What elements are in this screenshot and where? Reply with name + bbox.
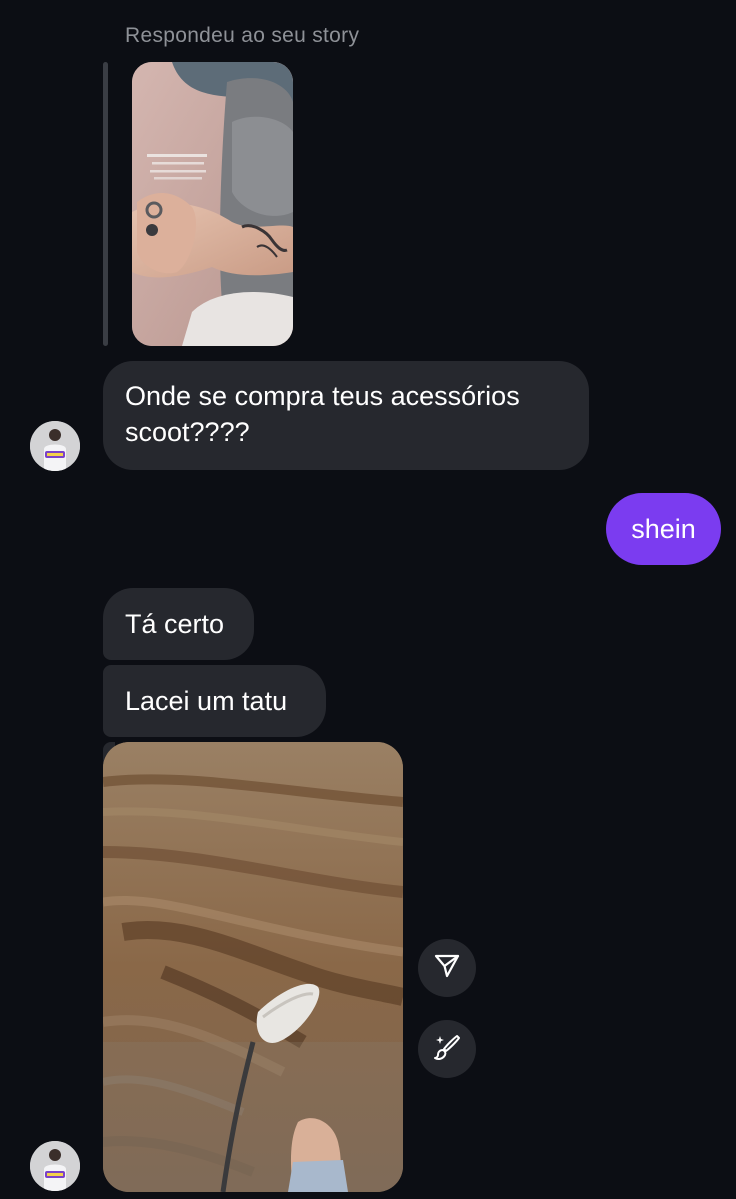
message-bubble-incoming[interactable]: Onde se compra teus acessórios scoot???? [103, 361, 589, 470]
photo-message[interactable] [103, 742, 403, 1192]
magic-brush-icon [433, 1033, 461, 1066]
edit-image-button[interactable] [418, 1020, 476, 1078]
send-icon [434, 953, 460, 984]
message-bubble-incoming[interactable]: Lacei um tatu [103, 665, 326, 737]
message-bubble-incoming[interactable]: Tá certo [103, 588, 254, 660]
story-reply-bar [103, 62, 108, 346]
message-bubble-outgoing[interactable]: shein [606, 493, 721, 565]
story-thumbnail[interactable] [132, 62, 293, 346]
sender-avatar[interactable] [30, 1141, 80, 1191]
story-reply-label: Respondeu ao seu story [125, 24, 360, 47]
share-button[interactable] [418, 939, 476, 997]
sender-avatar[interactable] [30, 421, 80, 471]
